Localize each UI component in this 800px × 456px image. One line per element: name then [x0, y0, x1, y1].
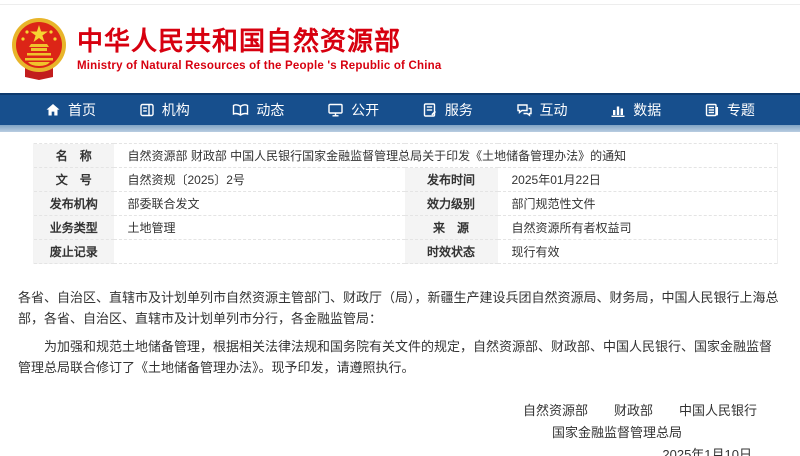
- doc-body: 各省、自治区、直辖市及计划单列市自然资源主管部门、财政厅（局），新疆生产建设兵团…: [18, 287, 780, 456]
- meta-label-name: 名 称: [34, 144, 114, 168]
- page: 中华人民共和国自然资源部 Ministry of Natural Resourc…: [0, 0, 800, 456]
- nav-item-data[interactable]: 数据: [610, 95, 661, 125]
- meta-value-issuing-agency: 部委联合发文: [114, 192, 405, 216]
- table-row: 文 号 自然资规〔2025〕2号 发布时间 2025年01月22日: [34, 168, 778, 192]
- doc-meta-table: 名 称 自然资源部 财政部 中国人民银行国家金融监督管理总局关于印发《土地储备管…: [33, 143, 778, 264]
- ministry-title-en: Ministry of Natural Resources of the Peo…: [77, 60, 441, 72]
- signature-date: 2025年1月10日: [18, 444, 780, 456]
- meta-label-publish-date: 发布时间: [405, 168, 498, 192]
- nav-item-orgs[interactable]: 机构: [139, 95, 190, 125]
- meta-value-source: 自然资源所有者权益司: [498, 216, 778, 240]
- nav-item-label: 专题: [727, 100, 755, 120]
- nav-item-label: 首页: [68, 100, 96, 120]
- topics-icon: [704, 102, 720, 118]
- meta-label-doc-number: 文 号: [34, 168, 114, 192]
- nav-item-disclosure[interactable]: 公开: [327, 95, 379, 125]
- doc-paragraph-main: 为加强和规范土地储备管理，根据相关法律法规和国务院有关文件的规定，自然资源部、财…: [18, 336, 780, 378]
- table-row: 名 称 自然资源部 财政部 中国人民银行国家金融监督管理总局关于印发《土地储备管…: [34, 144, 778, 168]
- signature-agencies: 自然资源部 财政部 中国人民银行: [18, 400, 780, 422]
- meta-label-issuing-agency: 发布机构: [34, 192, 114, 216]
- home-icon: [45, 102, 61, 118]
- nav-item-news[interactable]: 动态: [232, 95, 284, 125]
- table-row: 发布机构 部委联合发文 效力级别 部门规范性文件: [34, 192, 778, 216]
- disclosure-icon: [327, 102, 344, 118]
- signature-agency-nfra: 国家金融监督管理总局: [18, 422, 780, 444]
- table-row: 业务类型 土地管理 来 源 自然资源所有者权益司: [34, 216, 778, 240]
- news-icon: [232, 102, 249, 118]
- nav-item-label: 公开: [351, 100, 379, 120]
- service-icon: [422, 102, 438, 118]
- title-block: 中华人民共和国自然资源部 Ministry of Natural Resourc…: [77, 26, 441, 72]
- meta-label-business-type: 业务类型: [34, 216, 114, 240]
- meta-value-repeal-record: [114, 240, 405, 264]
- meta-label-source: 来 源: [405, 216, 498, 240]
- doc-signature: 自然资源部 财政部 中国人民银行 国家金融监督管理总局 2025年1月10日: [18, 400, 780, 456]
- data-icon: [610, 102, 626, 118]
- site-header: 中华人民共和国自然资源部 Ministry of Natural Resourc…: [0, 5, 800, 93]
- nav-strip: [0, 125, 800, 132]
- nav-item-home[interactable]: 首页: [45, 95, 96, 125]
- meta-value-effect-level: 部门规范性文件: [498, 192, 778, 216]
- meta-value-business-type: 土地管理: [114, 216, 405, 240]
- interaction-icon: [516, 102, 533, 118]
- nav-item-label: 动态: [256, 100, 284, 120]
- ministry-title-zh: 中华人民共和国自然资源部: [77, 26, 441, 56]
- meta-value-doc-number: 自然资规〔2025〕2号: [114, 168, 405, 192]
- nav-item-label: 机构: [162, 100, 190, 120]
- nav-item-interaction[interactable]: 互动: [516, 95, 568, 125]
- meta-label-repeal-record: 废止记录: [34, 240, 114, 264]
- doc-paragraph-recipients: 各省、自治区、直辖市及计划单列市自然资源主管部门、财政厅（局），新疆生产建设兵团…: [18, 287, 780, 329]
- main-nav: 首页 机构 动态 公开 服务: [0, 93, 800, 125]
- china-national-emblem-icon: [10, 17, 68, 81]
- nav-item-label: 数据: [633, 100, 661, 120]
- table-row: 废止记录 时效状态 现行有效: [34, 240, 778, 264]
- nav-item-topics[interactable]: 专题: [704, 95, 755, 125]
- meta-value-publish-date: 2025年01月22日: [498, 168, 778, 192]
- nav-item-label: 互动: [540, 100, 568, 120]
- meta-value-validity-status: 现行有效: [498, 240, 778, 264]
- meta-value-name: 自然资源部 财政部 中国人民银行国家金融监督管理总局关于印发《土地储备管理办法》…: [114, 144, 778, 168]
- meta-label-validity-status: 时效状态: [405, 240, 498, 264]
- nav-item-label: 服务: [445, 100, 473, 120]
- organization-icon: [139, 102, 155, 118]
- nav-item-services[interactable]: 服务: [422, 95, 473, 125]
- meta-label-effect-level: 效力级别: [405, 192, 498, 216]
